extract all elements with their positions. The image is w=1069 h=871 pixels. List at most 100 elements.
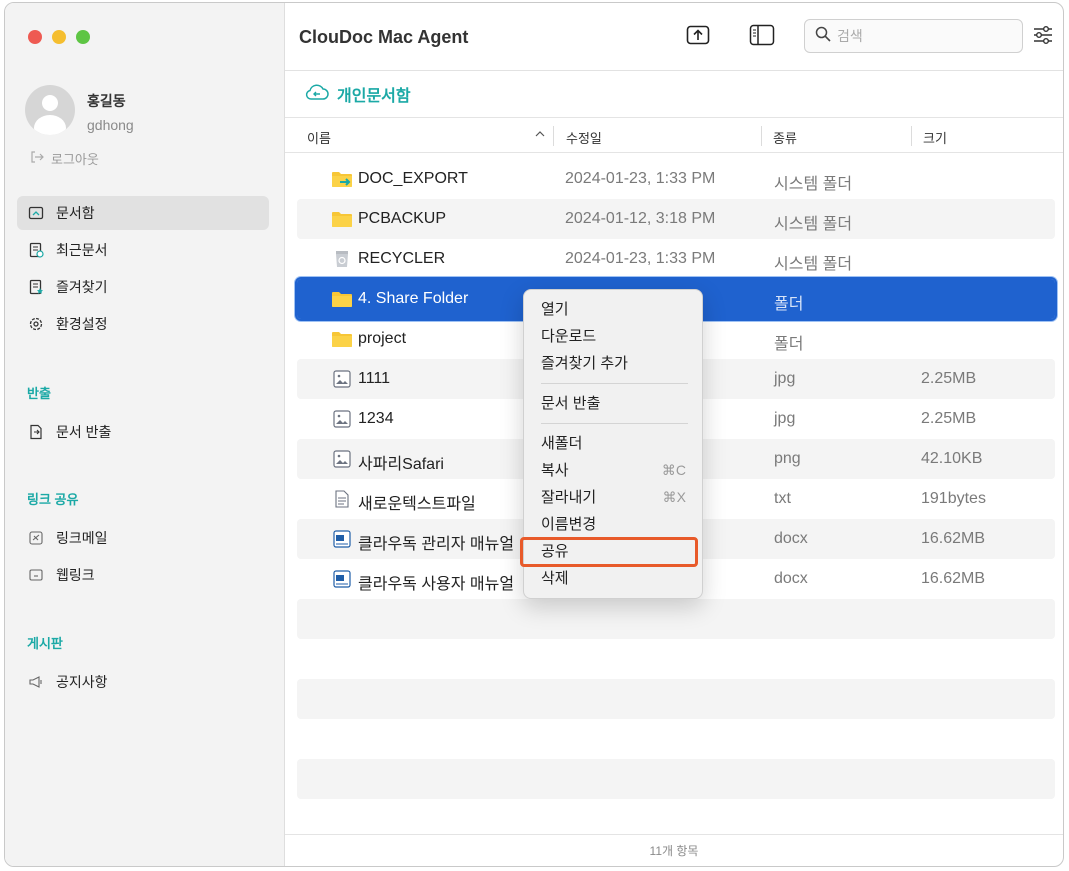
web-link-icon: [27, 566, 45, 584]
sidebar-item-export[interactable]: 문서 반출: [17, 415, 269, 449]
window-controls: [28, 30, 90, 44]
toolbar: ClouDoc Mac Agent: [285, 3, 1063, 71]
menu-separator: [541, 423, 688, 424]
image-file-icon: [331, 450, 351, 468]
file-name: 4. Share Folder: [358, 290, 469, 307]
sidebar-item-web-link[interactable]: 웹링크: [17, 558, 269, 592]
sidebar-item-settings[interactable]: 환경설정: [17, 307, 269, 341]
user-name: 홍길동: [87, 93, 126, 109]
filter-settings-button[interactable]: [1030, 25, 1056, 49]
item-count: 11개 항목: [649, 844, 699, 858]
section-board: 게시판: [27, 636, 63, 651]
status-bar: 11개 항목: [285, 834, 1063, 866]
file-name: 새로운텍스트파일: [358, 496, 476, 513]
sidebar-item-label: 문서함: [56, 205, 95, 221]
file-kind: png: [774, 450, 801, 467]
doc-nav: 문서함 최근문서 즐겨찾기 환경설정: [17, 196, 269, 344]
file-name: RECYCLER: [358, 250, 446, 267]
file-kind: docx: [774, 530, 808, 547]
cloud-back-icon: [305, 83, 329, 106]
breadcrumb-label: 개인문서함: [337, 88, 411, 105]
file-size: 2.25MB: [921, 370, 977, 387]
column-kind[interactable]: 종류: [773, 128, 797, 147]
column-divider[interactable]: [553, 126, 554, 146]
export-nav: 문서 반출: [17, 415, 269, 452]
menu-item[interactable]: 열기: [524, 296, 702, 323]
empty-row: [297, 719, 1055, 759]
menu-item-label: 새폴더: [541, 435, 583, 452]
column-header: 이름 수정일 종류 크기: [285, 117, 1063, 153]
menu-item-label: 공유: [541, 543, 569, 560]
file-date: 2024-01-23, 1:33 PM: [565, 250, 716, 267]
app-window: 홍길동 gdhong 로그아웃 문서함 최근문서 즐겨찾기 환경설정 반출 문서…: [4, 2, 1064, 867]
file-name: 클라우독 사용자 매뉴얼: [358, 576, 515, 593]
file-row[interactable]: PCBACKUP 2024-01-12, 3:18 PM 시스템 폴더: [297, 199, 1055, 239]
file-name: DOC_EXPORT: [358, 170, 468, 187]
column-name[interactable]: 이름: [307, 128, 331, 147]
menu-item[interactable]: 잘라내기 ⌘X: [524, 484, 702, 511]
toggle-sidebar-button[interactable]: [749, 24, 775, 49]
logout-label: 로그아웃: [51, 152, 99, 167]
sidebar-item-link-mail[interactable]: 링크메일: [17, 521, 269, 555]
sidebar-item-label: 최근문서: [56, 242, 108, 258]
menu-item[interactable]: 삭제: [524, 565, 702, 592]
sidebar-item-docbox[interactable]: 문서함: [17, 196, 269, 230]
megaphone-icon: [27, 673, 45, 691]
menu-item[interactable]: 공유: [520, 537, 702, 567]
column-size[interactable]: 크기: [923, 128, 947, 147]
breadcrumb[interactable]: 개인문서함: [305, 82, 411, 106]
sidebar-item-label: 링크메일: [56, 530, 108, 546]
file-row[interactable]: DOC_EXPORT 2024-01-23, 1:33 PM 시스템 폴더: [297, 159, 1055, 199]
sidebar-item-label: 웹링크: [56, 567, 95, 583]
file-kind: jpg: [774, 410, 796, 427]
file-name: 사파리Safari: [358, 456, 444, 473]
menu-item[interactable]: 복사 ⌘C: [524, 457, 702, 484]
search-field[interactable]: [804, 19, 1023, 53]
file-name: 클라우독 관리자 매뉴얼: [358, 536, 515, 553]
menu-item-label: 잘라내기: [541, 489, 597, 506]
file-size: 191bytes: [921, 490, 986, 507]
sort-ascending-icon[interactable]: [535, 127, 545, 142]
upload-icon: [686, 24, 710, 51]
file-kind: jpg: [774, 370, 796, 387]
sidebar-item-favorites[interactable]: 즐겨찾기: [17, 270, 269, 304]
close-window-button[interactable]: [28, 30, 42, 44]
upload-button[interactable]: [685, 25, 711, 49]
menu-item-label: 문서 반출: [541, 395, 601, 412]
file-kind: txt: [774, 490, 791, 507]
column-divider[interactable]: [761, 126, 762, 146]
sidebar-item-recent[interactable]: 최근문서: [17, 233, 269, 267]
search-input[interactable]: [837, 28, 1007, 44]
avatar: [25, 85, 75, 135]
menu-item[interactable]: 새폴더: [524, 430, 702, 457]
recent-doc-icon: [27, 241, 45, 259]
logout-button[interactable]: 로그아웃: [30, 149, 99, 168]
menu-item[interactable]: 이름변경: [524, 511, 702, 538]
minimize-window-button[interactable]: [52, 30, 66, 44]
link-nav: 링크메일 웹링크: [17, 521, 269, 595]
folder-icon: [331, 290, 352, 308]
menu-item[interactable]: 문서 반출: [524, 390, 702, 417]
file-date: 2024-01-23, 1:33 PM: [565, 170, 716, 187]
file-row[interactable]: RECYCLER 2024-01-23, 1:33 PM 시스템 폴더: [297, 239, 1055, 279]
word-file-icon: [331, 530, 351, 548]
menu-separator: [541, 383, 688, 384]
empty-row: [297, 599, 1055, 639]
logout-icon: [30, 150, 44, 167]
column-divider[interactable]: [911, 126, 912, 146]
file-date: 2024-01-12, 3:18 PM: [565, 210, 716, 227]
column-modified[interactable]: 수정일: [566, 128, 602, 147]
trash-icon: [331, 250, 351, 268]
sidebar-item-notice[interactable]: 공지사항: [17, 665, 269, 699]
menu-item-label: 다운로드: [541, 328, 597, 345]
empty-row: [297, 639, 1055, 679]
text-file-icon: [331, 490, 351, 508]
zoom-window-button[interactable]: [76, 30, 90, 44]
menu-item[interactable]: 즐겨찾기 추가: [524, 350, 702, 377]
file-kind: 폴더: [774, 296, 804, 313]
file-kind: docx: [774, 570, 808, 587]
image-file-icon: [331, 370, 351, 388]
menu-item[interactable]: 다운로드: [524, 323, 702, 350]
context-menu: 열기다운로드즐겨찾기 추가문서 반출새폴더복사 ⌘C 잘라내기 ⌘X 이름변경공유삭제: [520, 289, 703, 599]
sidebar-item-label: 공지사항: [56, 674, 108, 690]
